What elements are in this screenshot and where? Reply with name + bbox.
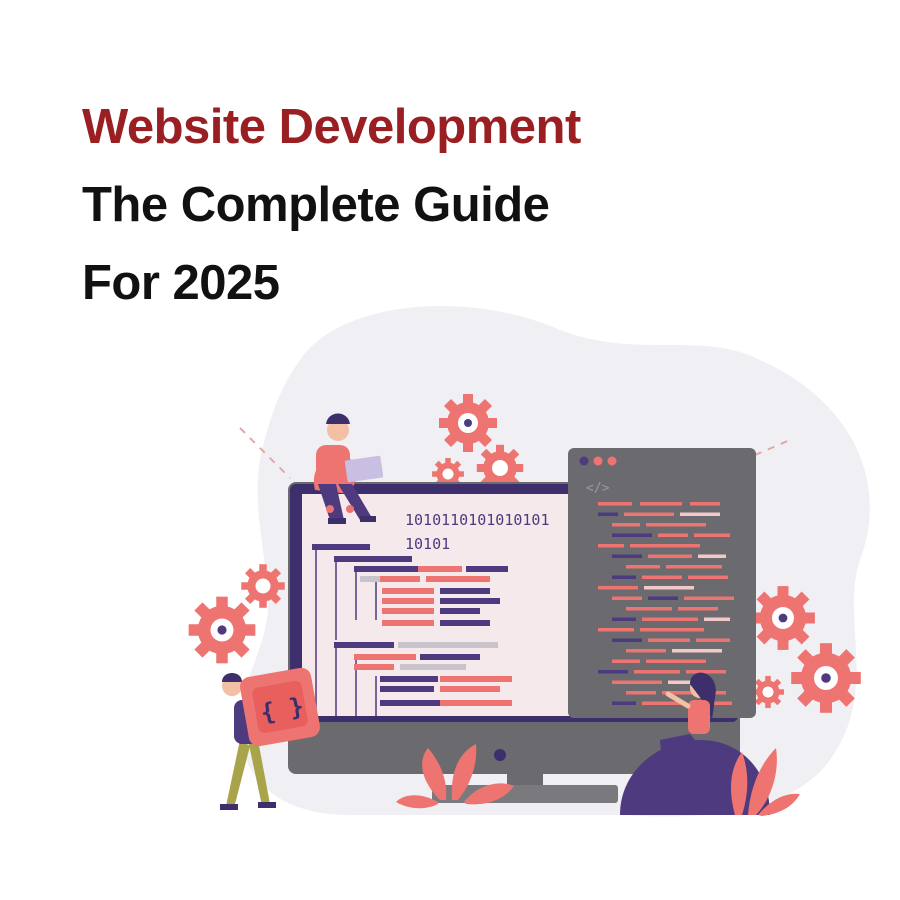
code-line: [626, 691, 656, 695]
code-line: [642, 575, 682, 579]
code-line: [642, 617, 698, 621]
window-dot-icon: [579, 456, 589, 466]
code-line: [612, 617, 636, 621]
gear-icon: [751, 586, 815, 650]
window-dot-icon: [607, 456, 617, 466]
code-line: [634, 670, 680, 674]
code-line: [626, 565, 660, 569]
code-line: [630, 544, 700, 548]
code-line: [598, 512, 618, 516]
code-line: [626, 607, 672, 611]
binary-text-2: 10101: [405, 535, 450, 553]
code-line: [612, 533, 652, 537]
code-line: [688, 575, 728, 579]
code-line: [694, 533, 730, 537]
gear-icon: [752, 676, 784, 708]
code-line: [598, 670, 628, 674]
code-line: [684, 596, 734, 600]
gear-icon: [791, 643, 861, 713]
window-dot-icon: [593, 456, 603, 466]
power-button-icon: [494, 749, 506, 761]
code-line: [624, 512, 674, 516]
code-line: [612, 680, 662, 684]
gear-icon: [439, 394, 497, 452]
code-line: [666, 565, 722, 569]
code-line: [646, 523, 706, 527]
code-line: [672, 649, 722, 653]
code-line: [612, 523, 640, 527]
code-line: [678, 607, 718, 611]
code-line: [640, 502, 682, 506]
code-line: [696, 638, 730, 642]
code-line: [598, 586, 638, 590]
code-line: [612, 701, 636, 705]
code-line: [680, 512, 720, 516]
code-line: [648, 638, 690, 642]
gear-icon: [188, 596, 256, 664]
code-line: [612, 659, 640, 663]
code-line: [704, 617, 730, 621]
code-line: [612, 596, 642, 600]
code-editor-window: </>: [568, 448, 756, 718]
code-line: [598, 628, 634, 632]
web-development-illustration: 1010110101010101 10101 </> {}: [188, 306, 870, 817]
gear-icon: [241, 564, 285, 608]
code-line: [612, 575, 636, 579]
code-line: [626, 649, 666, 653]
code-line: [612, 554, 642, 558]
code-line: [648, 596, 678, 600]
code-line: [644, 586, 694, 590]
code-line: [698, 554, 726, 558]
code-line: [686, 670, 726, 674]
code-line: [690, 502, 720, 506]
code-line: [598, 502, 632, 506]
binary-text-1: 1010110101010101: [405, 511, 550, 529]
code-line: [646, 659, 706, 663]
code-line: [598, 544, 624, 548]
code-tag-icon: </>: [586, 481, 610, 496]
code-line: [612, 638, 642, 642]
code-line: [658, 533, 688, 537]
code-line: [648, 554, 692, 558]
code-line: [640, 628, 704, 632]
